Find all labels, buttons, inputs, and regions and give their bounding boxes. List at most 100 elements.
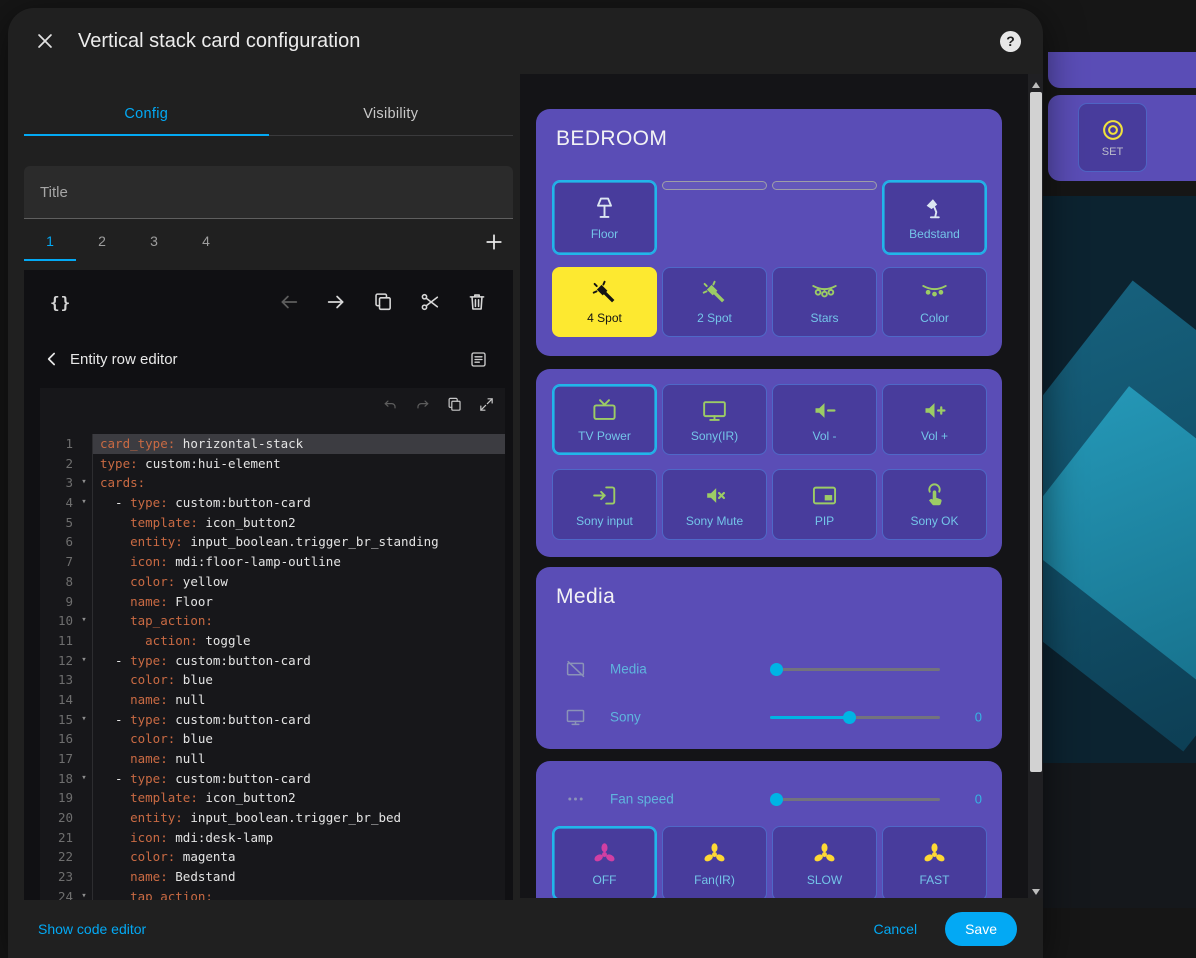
code-line-16[interactable]: 16 color: blue	[40, 729, 505, 749]
bedroom-row-1: Floor Bedstand	[552, 180, 987, 255]
code-line-13[interactable]: 13 color: blue	[40, 670, 505, 690]
code-text: template: icon_button2	[92, 788, 505, 808]
code-line-4[interactable]: 4▾ - type: custom:button-card	[40, 493, 505, 513]
bedroom-card: BEDROOM FloorBedstand 4 Spot2 SpotStarsC…	[536, 109, 1002, 356]
scroll-up-arrow[interactable]	[1028, 74, 1043, 90]
code-line-15[interactable]: 15▾ - type: custom:button-card	[40, 710, 505, 730]
slider-track	[770, 668, 940, 671]
code-line-9[interactable]: 9 name: Floor	[40, 592, 505, 612]
preview-button-vol-minus[interactable]: Vol -	[772, 384, 877, 455]
pip-icon	[811, 482, 838, 509]
code-line-8[interactable]: 8 color: yellow	[40, 572, 505, 592]
delete-icon[interactable]	[466, 291, 488, 313]
cancel-button[interactable]: Cancel	[873, 921, 917, 937]
arrow-left-icon[interactable]	[278, 291, 300, 313]
preview-button-2-spot[interactable]: 2 Spot	[662, 267, 767, 337]
copy-code-icon[interactable]	[446, 396, 463, 413]
preview-button-bedstand[interactable]: Bedstand	[882, 180, 987, 255]
preview-button-slow[interactable]: SLOW	[772, 826, 877, 898]
code-line-14[interactable]: 14 name: null	[40, 690, 505, 710]
title-input[interactable]: Title	[24, 166, 513, 219]
preview-button-fan-ir[interactable]: Fan(IR)	[662, 826, 767, 898]
code-line-19[interactable]: 19 template: icon_button2	[40, 788, 505, 808]
fold-gutter	[76, 592, 92, 612]
tab-visibility[interactable]: Visibility	[269, 92, 514, 135]
code-line-12[interactable]: 12▾ - type: custom:button-card	[40, 651, 505, 671]
code-line-1[interactable]: 1card_type: horizontal-stack	[40, 434, 505, 454]
slider-fan-speed[interactable]	[770, 792, 940, 806]
code-line-20[interactable]: 20 entity: input_boolean.trigger_br_bed	[40, 808, 505, 828]
set-button[interactable]: SET	[1078, 103, 1147, 172]
preview-scrollbar[interactable]	[1028, 74, 1043, 898]
save-button[interactable]: Save	[945, 912, 1017, 946]
fold-chevron-icon[interactable]: ▾	[76, 493, 92, 513]
scroll-down-arrow[interactable]	[1028, 882, 1043, 898]
code-line-7[interactable]: 7 icon: mdi:floor-lamp-outline	[40, 552, 505, 572]
fold-chevron-icon[interactable]: ▾	[76, 651, 92, 671]
preview-button-vol-plus[interactable]: Vol +	[882, 384, 987, 455]
slider-thumb[interactable]	[770, 663, 783, 676]
preview-button-stars[interactable]: Stars	[772, 267, 877, 337]
help-icon[interactable]: ?	[1000, 31, 1021, 52]
line-number: 9	[40, 592, 76, 612]
redo-icon[interactable]	[414, 396, 431, 413]
page-tab-4[interactable]: 4	[180, 223, 232, 261]
code-line-18[interactable]: 18▾ - type: custom:button-card	[40, 769, 505, 789]
fold-chevron-icon[interactable]: ▾	[76, 473, 92, 493]
fold-chevron-icon[interactable]: ▾	[76, 611, 92, 631]
preview-button-tv-power[interactable]: TV Power	[552, 384, 657, 455]
preview-button-4-spot[interactable]: 4 Spot	[552, 267, 657, 337]
code-line-22[interactable]: 22 color: magenta	[40, 847, 505, 867]
code-lines: 1card_type: horizontal-stack2type: custo…	[40, 434, 505, 900]
add-card-icon[interactable]	[483, 231, 505, 253]
page-tab-2[interactable]: 2	[76, 223, 128, 261]
preview-button-sony-mute[interactable]: Sony Mute	[662, 469, 767, 540]
page-tab-3[interactable]: 3	[128, 223, 180, 261]
code-line-5[interactable]: 5 template: icon_button2	[40, 513, 505, 533]
preview-button-floor[interactable]: Floor	[552, 180, 657, 255]
fold-chevron-icon[interactable]: ▾	[76, 887, 92, 900]
fan-icon	[591, 841, 618, 868]
slider-media[interactable]	[770, 662, 940, 676]
arrow-right-icon[interactable]	[325, 291, 347, 313]
slider-sony[interactable]	[770, 710, 940, 724]
code-line-24[interactable]: 24▾ tap_action:	[40, 887, 505, 900]
back-chevron-icon[interactable]	[42, 349, 62, 369]
preview-button-color[interactable]: Color	[882, 267, 987, 337]
code-line-6[interactable]: 6 entity: input_boolean.trigger_br_stand…	[40, 532, 505, 552]
fold-gutter	[76, 847, 92, 867]
undo-icon[interactable]	[382, 396, 399, 413]
slider-thumb[interactable]	[770, 793, 783, 806]
preview-button-fast[interactable]: FAST	[882, 826, 987, 898]
preview-button-sony-input[interactable]: Sony input	[552, 469, 657, 540]
preview-button-sony-ok[interactable]: Sony OK	[882, 469, 987, 540]
line-number: 7	[40, 552, 76, 572]
slider-thumb[interactable]	[843, 711, 856, 724]
fold-chevron-icon[interactable]: ▾	[76, 769, 92, 789]
code-line-21[interactable]: 21 icon: mdi:desk-lamp	[40, 828, 505, 848]
preview-button-off[interactable]: OFF	[552, 826, 657, 898]
cut-icon[interactable]	[419, 291, 441, 313]
show-code-editor-link[interactable]: Show code editor	[38, 921, 146, 937]
page-tab-1[interactable]: 1	[24, 223, 76, 261]
scrollbar-thumb[interactable]	[1030, 92, 1042, 772]
list-box-icon[interactable]	[469, 350, 488, 369]
code-line-23[interactable]: 23 name: Bedstand	[40, 867, 505, 887]
fold-gutter	[76, 729, 92, 749]
tab-config[interactable]: Config	[24, 92, 269, 135]
preview-button-pip[interactable]: PIP	[772, 469, 877, 540]
code-editor-actions	[382, 396, 495, 413]
code-line-3[interactable]: 3▾cards:	[40, 473, 505, 493]
code-line-11[interactable]: 11 action: toggle	[40, 631, 505, 651]
expand-icon[interactable]	[478, 396, 495, 413]
copy-icon[interactable]	[372, 291, 394, 313]
fold-chevron-icon[interactable]: ▾	[76, 710, 92, 730]
code-braces-icon[interactable]: {}	[50, 293, 71, 312]
preview-button-sony-ir[interactable]: Sony(IR)	[662, 384, 767, 455]
code-line-17[interactable]: 17 name: null	[40, 749, 505, 769]
code-line-10[interactable]: 10▾ tap_action:	[40, 611, 505, 631]
code-line-2[interactable]: 2type: custom:hui-element	[40, 454, 505, 474]
volume-mute-icon	[701, 482, 728, 509]
yaml-editor[interactable]: 1card_type: horizontal-stack2type: custo…	[40, 388, 505, 900]
close-icon[interactable]	[34, 30, 56, 52]
